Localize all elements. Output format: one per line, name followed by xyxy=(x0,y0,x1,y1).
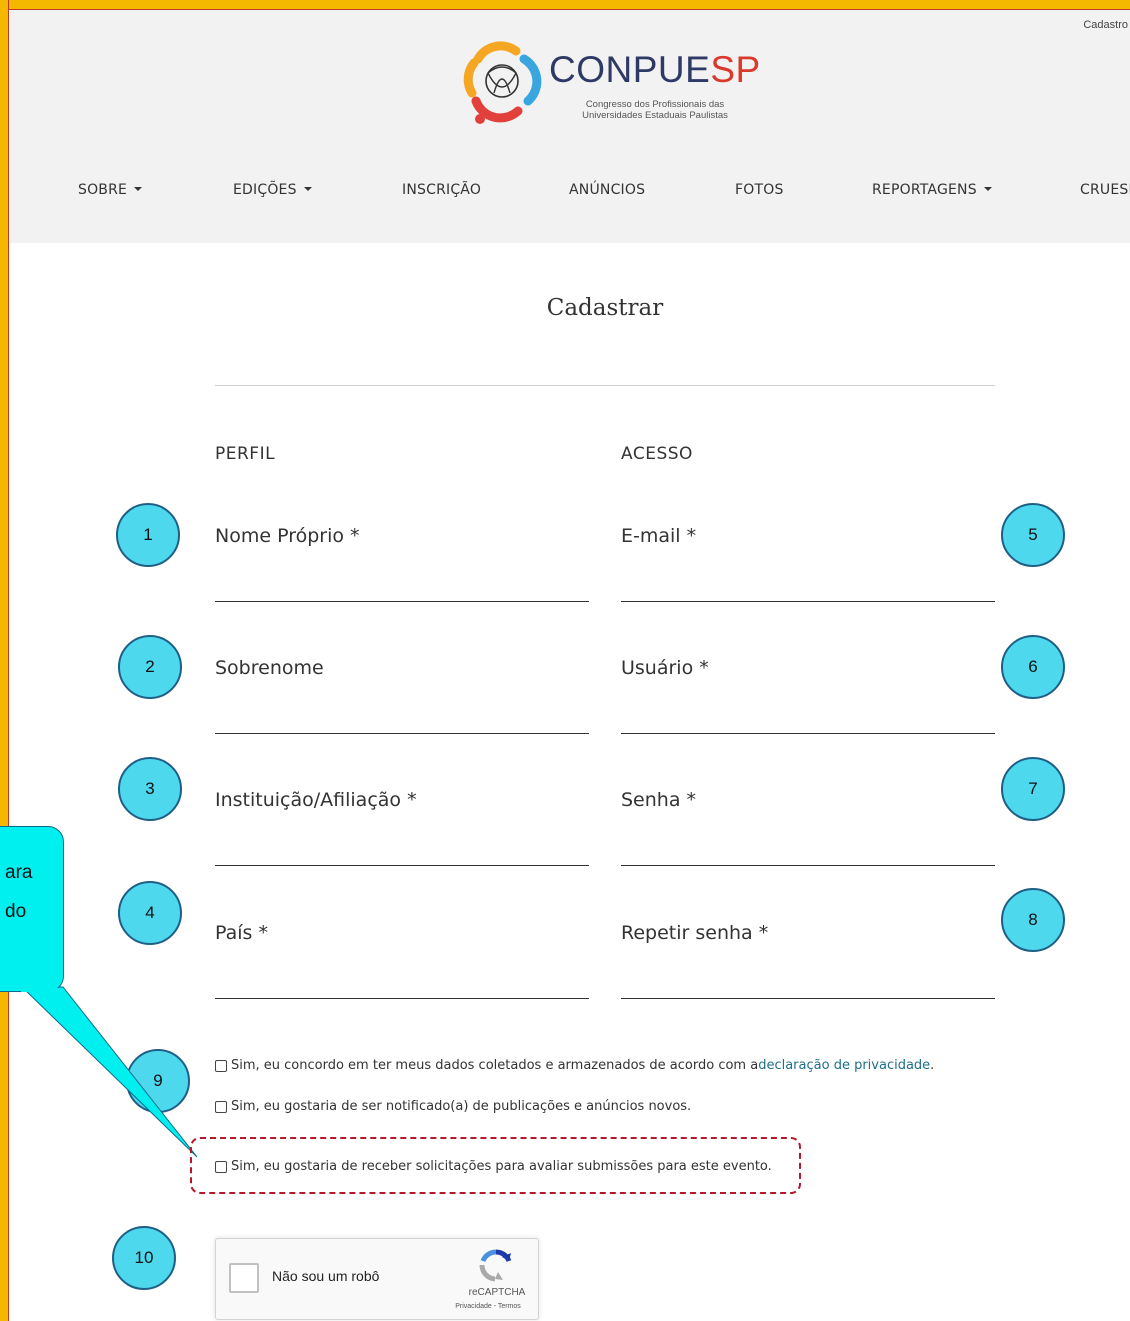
privacy-consent[interactable]: Sim, eu concordo em ter meus dados colet… xyxy=(215,1058,934,1073)
chevron-down-icon xyxy=(134,187,143,191)
annotation-badge: 3 xyxy=(118,757,182,821)
last-name-input[interactable] xyxy=(215,702,589,734)
username-input[interactable] xyxy=(621,702,995,734)
annotation-badge: 4 xyxy=(118,881,182,945)
callout-text: ara do xyxy=(5,862,33,922)
logo-subtitle: Congresso dos Profissionais das Universi… xyxy=(582,99,728,121)
chevron-down-icon xyxy=(303,187,312,191)
annotation-badge: 2 xyxy=(118,635,182,699)
password-input[interactable] xyxy=(621,834,995,866)
callout-joint xyxy=(21,988,62,992)
annotation-badge: 1 xyxy=(116,503,180,567)
nav-item-sobre[interactable]: SOBRE xyxy=(78,182,143,198)
nav-item-inscricao[interactable]: INSCRIÇÃO xyxy=(402,182,481,198)
title-divider xyxy=(215,385,995,386)
first-name-label: Nome Próprio * xyxy=(215,525,360,547)
recaptcha-logo-icon xyxy=(479,1249,512,1282)
affiliation-label: Instituição/Afiliação * xyxy=(215,789,417,811)
nav-item-fotos[interactable]: FOTOS xyxy=(735,182,784,198)
privacy-statement-link[interactable]: declaração de privacidade xyxy=(758,1058,930,1073)
annotation-badge: 5 xyxy=(1001,503,1065,567)
acesso-heading: ACESSO xyxy=(621,444,693,464)
first-name-input[interactable] xyxy=(215,570,589,602)
register-top-link[interactable]: Cadastro xyxy=(1083,19,1128,31)
repeat-password-input[interactable] xyxy=(621,967,995,999)
nav-item-anuncios[interactable]: ANÚNCIOS xyxy=(569,182,645,198)
country-input[interactable] xyxy=(215,967,589,999)
recaptcha-brand: reCAPTCHA xyxy=(468,1287,526,1298)
notify-consent[interactable]: Sim, eu gostaria de ser notificado(a) de… xyxy=(215,1099,691,1114)
chevron-down-icon xyxy=(983,187,992,191)
site-header: Cadastro CONPUESP Congresso dos Profissi… xyxy=(10,10,1130,243)
repeat-password-label: Repetir senha * xyxy=(621,922,769,944)
recaptcha-terms-link[interactable]: Privacidade - Termos xyxy=(440,1303,536,1310)
annotation-badge: 10 xyxy=(112,1226,176,1290)
annotation-badge: 6 xyxy=(1001,635,1065,699)
privacy-consent-checkbox[interactable] xyxy=(215,1059,227,1072)
callout-pointer xyxy=(20,986,198,1158)
perfil-heading: PERFIL xyxy=(215,444,276,464)
annotation-callout: ara do xyxy=(0,826,64,992)
recaptcha-widget: Não sou um robô reCAPTCHA Privacidade - … xyxy=(215,1238,539,1320)
recaptcha-label: Não sou um robô xyxy=(272,1268,380,1284)
notify-consent-checkbox[interactable] xyxy=(215,1100,227,1113)
nav-item-cruesp[interactable]: CRUESP xyxy=(1080,182,1130,198)
password-label: Senha * xyxy=(621,789,697,811)
annotation-badge: 8 xyxy=(1001,888,1065,952)
logo-wordmark: CONPUESP xyxy=(549,49,761,90)
site-logo[interactable]: CONPUESP Congresso dos Profissionais das… xyxy=(458,41,763,133)
nav-item-reportagens[interactable]: REPORTAGENS xyxy=(872,182,992,198)
username-label: Usuário * xyxy=(621,657,709,679)
last-name-label: Sobrenome xyxy=(215,657,324,679)
conpuesp-logo-mark-icon xyxy=(463,41,542,124)
reviewer-highlight-box xyxy=(190,1137,801,1194)
email-field[interactable] xyxy=(621,570,995,602)
main-nav: SOBRE EDIÇÕES INSCRIÇÃO ANÚNCIOS FOTOS R… xyxy=(10,182,1130,206)
annotation-badge: 7 xyxy=(1001,757,1065,821)
email-label: E-mail * xyxy=(621,525,697,547)
affiliation-input[interactable] xyxy=(215,834,589,866)
nav-item-edicoes[interactable]: EDIÇÕES xyxy=(233,182,312,198)
recaptcha-checkbox[interactable] xyxy=(229,1263,259,1293)
country-label: País * xyxy=(215,922,268,944)
page-title: Cadastrar xyxy=(546,295,664,321)
